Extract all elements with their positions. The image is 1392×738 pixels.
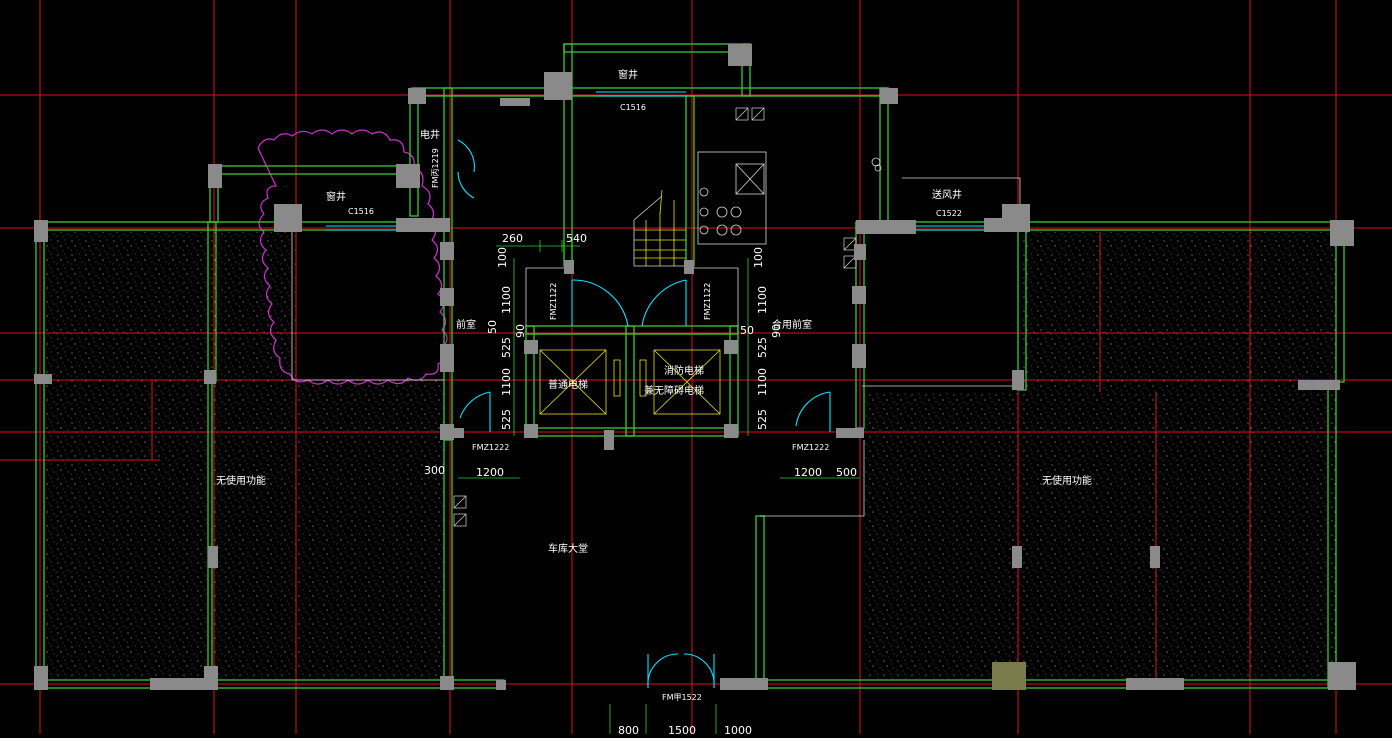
dim-1200-left: 1200 [476,466,504,479]
dim-50-left: 50 [486,320,499,334]
dimension-texts: 260 540 100 1100 50 90 525 1100 525 100 … [424,232,857,737]
room-label-window-well-top: 窗井 [618,68,638,81]
dim-525-left-2: 525 [500,409,513,430]
room-label-elevator-fire-1: 消防电梯 [664,364,704,377]
windows [326,91,984,231]
door-label-fmz-right: FMZ1122 [703,283,712,320]
cad-drawing-canvas[interactable]: 窗井 窗井 电井 前室 合用前室 送风井 普通电梯 消防电梯 兼无障碍电梯 车库… [0,0,1392,737]
dim-540: 540 [566,232,587,245]
hatched-areas [44,232,1336,680]
dim-1000: 1000 [724,724,752,734]
window-label-c1516-left: C1516 [348,207,374,216]
dim-90-left: 90 [514,324,527,338]
door-label-fmz-low-right: FMZ1222 [792,443,829,452]
room-label-vestibule-left: 前室 [456,318,476,331]
dim-90-right: 90 [770,324,783,338]
duct-box [699,157,882,236]
dim-525-right-1: 525 [756,337,769,358]
dim-1100-left-1: 1100 [500,286,513,314]
dim-500: 500 [836,466,857,479]
room-label-elevator-normal: 普通电梯 [548,378,588,391]
dim-100-right: 100 [752,247,765,268]
hatch-area-right-top [1022,232,1336,392]
room-label-lobby: 车库大堂 [548,542,588,555]
room-label-elec-shaft: 电井 [420,128,440,141]
dim-525-right-2: 525 [756,409,769,430]
dim-260: 260 [502,232,523,245]
door-label-fm-main: FM甲1522 [662,693,702,702]
light-well-black [296,232,444,380]
room-label-undefined-left: 无使用功能 [216,474,266,487]
room-label-undefined-right: 无使用功能 [1042,474,1092,487]
dim-1500: 1500 [668,724,696,734]
dimension-lines [458,240,860,734]
dim-1200-right: 1200 [794,466,822,479]
window-label-c1516-top: C1516 [620,103,646,112]
dim-300: 300 [424,464,445,477]
dim-100-left: 100 [496,247,509,268]
room-label-air-shaft: 送风井 [932,188,962,201]
door-label-fm-elec: FM丙1219 [431,148,440,188]
door-label-fmz-left: FMZ1122 [549,283,558,320]
dim-800: 800 [618,724,639,734]
dim-1100-left-2: 1100 [500,368,513,396]
hatch-area-right [864,392,1336,680]
dim-50-right: 50 [740,324,754,337]
dim-1100-right-2: 1100 [756,368,769,396]
room-label-window-well-left: 窗井 [326,190,346,203]
dim-1100-right-1: 1100 [756,286,769,314]
window-label-c1522: C1522 [936,209,962,218]
floor-plan: 窗井 窗井 电井 前室 合用前室 送风井 普通电梯 消防电梯 兼无障碍电梯 车库… [0,0,1392,737]
dim-525-left-1: 525 [500,337,513,358]
room-label-elevator-fire-2: 兼无障碍电梯 [644,384,704,397]
door-label-fmz-low-left: FMZ1222 [472,443,509,452]
